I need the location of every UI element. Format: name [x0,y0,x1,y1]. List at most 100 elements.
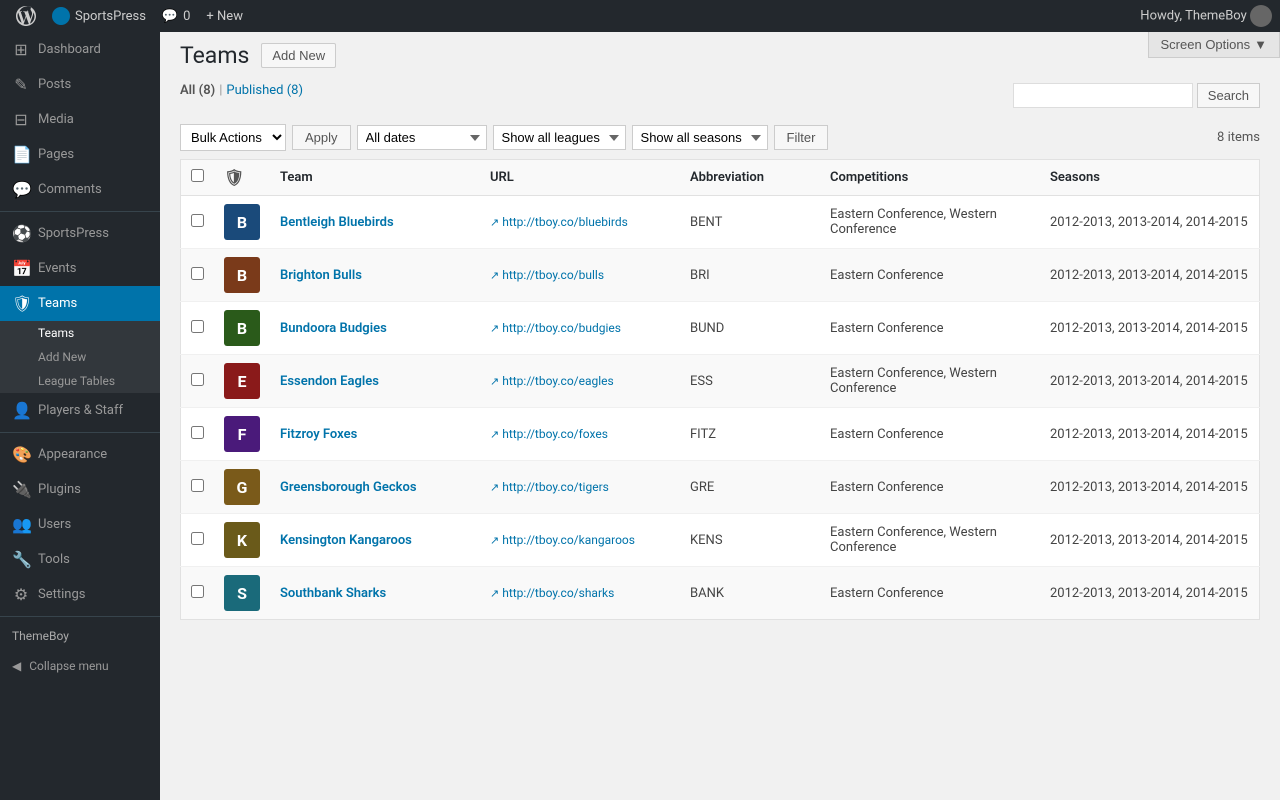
adminbar-comments[interactable]: 💬 0 [154,9,199,24]
sidebar-item-players-staff[interactable]: 👤 Players & Staff [0,393,160,428]
collapse-menu-button[interactable]: ◀ Collapse menu [0,651,160,681]
th-url[interactable]: URL [480,160,680,196]
team-competitions-cell: Eastern Conference [820,249,1040,302]
team-name-link[interactable]: Bentleigh Bluebirds [280,215,394,230]
events-icon: 📅 [12,259,30,278]
external-link-icon: ↗ [490,428,499,441]
sidebar-item-events[interactable]: 📅 Events [0,251,160,286]
views-filter: All (8) | Published (8) [180,83,303,98]
team-name-link[interactable]: Greensborough Geckos [280,480,417,495]
row-checkbox[interactable] [191,479,204,492]
search-button[interactable]: Search [1197,83,1260,108]
team-icon: G [224,469,260,505]
plugins-icon: 🔌 [12,480,30,499]
team-icon: B [224,204,260,240]
team-url-link[interactable]: ↗http://tboy.co/sharks [490,586,670,600]
team-url-link[interactable]: ↗http://tboy.co/eagles [490,374,670,388]
view-published-link[interactable]: Published (8) [226,83,303,98]
view-all-link[interactable]: All (8) [180,83,215,98]
sidebar-item-media[interactable]: ⊟ Media [0,102,160,137]
external-link-icon: ↗ [490,534,499,547]
table-row: B Brighton Bulls ↗http://tboy.co/bulls B… [181,249,1260,302]
team-name-link[interactable]: Kensington Kangaroos [280,533,412,548]
team-name-cell: Essendon Eagles [270,355,480,408]
team-icon: E [224,363,260,399]
apply-button[interactable]: Apply [292,125,351,150]
posts-icon: ✎ [12,75,30,94]
team-name-cell: Brighton Bulls [270,249,480,302]
external-link-icon: ↗ [490,216,499,229]
sidebar-item-appearance[interactable]: 🎨 Appearance [0,437,160,472]
team-url-link[interactable]: ↗http://tboy.co/budgies [490,321,670,335]
team-url-link[interactable]: ↗http://tboy.co/bulls [490,268,670,282]
row-checkbox-cell [181,514,215,567]
team-name-link[interactable]: Southbank Sharks [280,586,386,601]
row-checkbox[interactable] [191,426,204,439]
team-url-cell: ↗http://tboy.co/bulls [480,249,680,302]
sidebar-item-teams[interactable]: 🛡 Teams [0,286,160,321]
bulk-actions-wrap: Bulk Actions [180,124,286,151]
team-url-cell: ↗http://tboy.co/tigers [480,461,680,514]
team-url-link[interactable]: ↗http://tboy.co/foxes [490,427,670,441]
media-icon: ⊟ [12,110,30,129]
menu-separator-2 [0,432,160,433]
team-name-link[interactable]: Essendon Eagles [280,374,379,389]
team-name-link[interactable]: Fitzroy Foxes [280,427,357,442]
filter-button[interactable]: Filter [774,125,829,150]
sidebar-item-settings[interactable]: ⚙ Settings [0,577,160,612]
adminbar-user[interactable]: Howdy, ThemeBoy [1140,5,1272,27]
th-seasons[interactable]: Seasons [1040,160,1260,196]
row-checkbox[interactable] [191,267,204,280]
row-checkbox[interactable] [191,373,204,386]
team-competitions-cell: Eastern Conference [820,567,1040,620]
th-competitions[interactable]: Competitions [820,160,1040,196]
add-new-button[interactable]: Add New [261,43,336,68]
th-icon: 🛡 [214,160,270,196]
team-name-cell: Bentleigh Bluebirds [270,196,480,249]
team-url-link[interactable]: ↗http://tboy.co/tigers [490,480,670,494]
row-checkbox[interactable] [191,320,204,333]
row-checkbox[interactable] [191,214,204,227]
wp-logo[interactable] [8,6,44,26]
all-seasons-select[interactable]: Show all seasons [632,125,768,150]
team-name-link[interactable]: Brighton Bulls [280,268,362,283]
players-icon: 👤 [12,401,30,420]
search-input[interactable] [1013,83,1193,108]
team-icon-cell: S [214,567,270,620]
sidebar-item-posts[interactable]: ✎ Posts [0,67,160,102]
team-icon-cell: B [214,249,270,302]
all-dates-select[interactable]: All dates [357,125,487,150]
row-checkbox[interactable] [191,585,204,598]
team-abbreviation-cell: GRE [680,461,820,514]
sidebar-item-themeboy[interactable]: ThemeBoy [0,621,160,651]
select-all-checkbox[interactable] [191,169,204,182]
bulk-actions-select[interactable]: Bulk Actions [180,124,286,151]
submenu-teams[interactable]: Teams [0,321,160,345]
all-leagues-select[interactable]: Show all leagues [493,125,626,150]
submenu-add-new[interactable]: Add New [0,345,160,369]
adminbar-new[interactable]: + New [198,9,251,24]
user-avatar [1250,5,1272,27]
views-area: All (8) | Published (8) Search [160,79,1280,120]
adminbar-site-name[interactable]: SportsPress [44,7,154,25]
row-checkbox-cell [181,408,215,461]
th-team[interactable]: Team [270,160,480,196]
team-seasons-cell: 2012-2013, 2013-2014, 2014-2015 [1040,514,1260,567]
sidebar-item-pages[interactable]: 📄 Pages [0,137,160,172]
sidebar-item-comments[interactable]: 💬 Comments [0,172,160,207]
sidebar-item-dashboard[interactable]: ⊞ Dashboard [0,32,160,67]
row-checkbox[interactable] [191,532,204,545]
table-header-row: 🛡 Team URL Abbreviation Competitions Sea… [181,160,1260,196]
team-name-cell: Bundoora Budgies [270,302,480,355]
team-name-cell: Greensborough Geckos [270,461,480,514]
sidebar-item-plugins[interactable]: 🔌 Plugins [0,472,160,507]
th-abbreviation[interactable]: Abbreviation [680,160,820,196]
team-seasons-cell: 2012-2013, 2013-2014, 2014-2015 [1040,461,1260,514]
sidebar-item-users[interactable]: 👥 Users [0,507,160,542]
sidebar-item-tools[interactable]: 🔧 Tools [0,542,160,577]
submenu-league-tables[interactable]: League Tables [0,369,160,393]
sidebar-item-sportspress[interactable]: ⚽ SportsPress [0,216,160,251]
team-name-link[interactable]: Bundoora Budgies [280,321,387,336]
team-url-link[interactable]: ↗http://tboy.co/kangaroos [490,533,670,547]
team-url-link[interactable]: ↗http://tboy.co/bluebirds [490,215,670,229]
